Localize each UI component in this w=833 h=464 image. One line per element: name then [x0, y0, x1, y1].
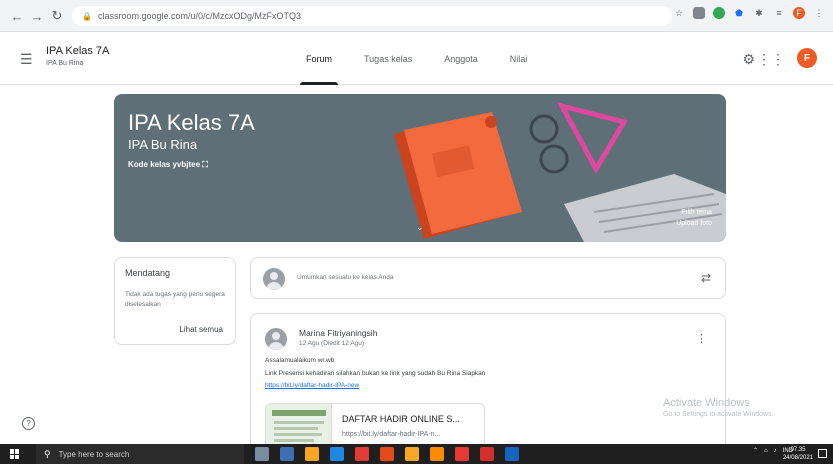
- extension-icon[interactable]: [713, 7, 725, 19]
- gear-icon[interactable]: ⚙: [742, 51, 755, 68]
- taskbar-app-icon[interactable]: [405, 447, 419, 461]
- tab-forum[interactable]: Forum: [290, 33, 348, 85]
- class-code-value: yvbjtee: [172, 160, 201, 169]
- search-icon: ⚲: [44, 448, 51, 459]
- clock[interactable]: 07.35 24/08/2021: [783, 446, 813, 462]
- taskbar-search-placeholder: Type here to search: [58, 449, 130, 459]
- triangle-illustration: [557, 102, 628, 175]
- taskbar-app-icon[interactable]: [255, 447, 269, 461]
- taskbar-app-icon[interactable]: [330, 447, 344, 461]
- post-link[interactable]: https://bit.ly/daftar-hadir-IPA-new: [265, 382, 359, 389]
- taskbar-search[interactable]: ⚲ Type here to search: [36, 444, 244, 464]
- user-avatar-icon: [263, 268, 285, 290]
- post-body-line: Assalamualaikum wr.wb: [265, 357, 335, 364]
- taskbar-app-icon[interactable]: [280, 447, 294, 461]
- banner-subtitle: IPA Bu Rina: [128, 137, 198, 152]
- avatar[interactable]: F: [797, 48, 817, 68]
- network-icon[interactable]: ⌂: [764, 448, 768, 454]
- class-code-label: Kode kelas: [128, 160, 171, 169]
- repost-icon[interactable]: ⇄: [701, 271, 711, 285]
- taskbar-app-icon[interactable]: [380, 447, 394, 461]
- tab-anggota[interactable]: Anggota: [428, 33, 494, 85]
- lock-icon: 🔒: [82, 11, 92, 21]
- post-body-line: Link Presensi kehadiran silahkan bukan k…: [265, 370, 486, 377]
- watermark-title: Activate Windows: [663, 397, 750, 409]
- taskbar-app-icon[interactable]: [355, 447, 369, 461]
- reload-icon[interactable]: ↻: [48, 7, 66, 25]
- browser-toolbar: ← → ↻ 🔒 classroom.google.com/u/0/c/MzcxO…: [0, 0, 833, 32]
- announce-placeholder[interactable]: Umumkan sesuatu ke kelas Anda: [297, 274, 393, 281]
- banner-title: IPA Kelas 7A: [128, 110, 255, 135]
- tab-nilai[interactable]: Nilai: [494, 33, 544, 85]
- attachment-title: DAFTAR HADIR ONLINE S...: [342, 414, 460, 424]
- more-options-icon[interactable]: ⋮: [696, 332, 707, 345]
- upcoming-description: Tidak ada tugas yang perlu segera disele…: [125, 291, 225, 308]
- view-all-link[interactable]: Lihat semua: [179, 325, 223, 334]
- attachment-url: https://bit.ly/daftar-hadir-IPA-n...: [342, 431, 441, 438]
- book-illustration: [394, 112, 522, 239]
- class-subtitle: IPA Bu Rina: [46, 60, 84, 67]
- apps-grid-icon[interactable]: ⋮⋮: [757, 51, 785, 68]
- select-theme-link[interactable]: Pilih tema: [676, 207, 712, 218]
- windows-taskbar: ⚲ Type here to search ⌃ ⌂ ♪ IND 07.35 24…: [0, 444, 833, 464]
- glasses-illustration: [529, 114, 569, 174]
- class-title[interactable]: IPA Kelas 7A: [46, 45, 109, 57]
- author-avatar-icon: [265, 328, 287, 350]
- upcoming-card: Mendatang Tidak ada tugas yang perlu seg…: [114, 257, 236, 345]
- post-date: 12 Agu (Diedit 12 Agu): [299, 340, 365, 347]
- tab-tugas-kelas[interactable]: Tugas kelas: [348, 33, 428, 85]
- clock-time: 07.35: [790, 447, 806, 453]
- class-code[interactable]: Kode kelas yvbjtee ⛶: [128, 160, 208, 170]
- app-header: ☰ IPA Kelas 7A IPA Bu Rina Forum Tugas k…: [0, 33, 833, 85]
- watermark-subtitle: Go to Settings to activate Windows.: [663, 411, 774, 418]
- tab-bar: Forum Tugas kelas Anggota Nilai: [290, 33, 543, 85]
- extension-icon[interactable]: ≡: [773, 7, 785, 19]
- windows-start-icon[interactable]: [10, 449, 20, 459]
- forward-icon[interactable]: →: [28, 7, 46, 25]
- upcoming-title: Mendatang: [125, 268, 171, 278]
- hamburger-icon[interactable]: ☰: [20, 51, 33, 68]
- address-url: classroom.google.com/u/0/c/MzcxODg/MzFxO…: [97, 11, 302, 21]
- taskbar-app-icon[interactable]: [430, 447, 444, 461]
- chevron-down-icon[interactable]: ⌄: [416, 222, 424, 233]
- profile-icon[interactable]: F: [793, 7, 805, 19]
- puzzle-icon[interactable]: ✱: [753, 7, 765, 19]
- upload-photo-link[interactable]: Upload foto: [676, 218, 712, 229]
- taskbar-app-icon[interactable]: [480, 447, 494, 461]
- announce-box[interactable]: Umumkan sesuatu ke kelas Anda ⇄: [250, 257, 726, 299]
- address-bar[interactable]: 🔒 classroom.google.com/u/0/c/MzcxODg/MzF…: [72, 6, 672, 26]
- taskbar-app-icon[interactable]: [455, 447, 469, 461]
- extension-icon[interactable]: ⬟: [733, 7, 745, 19]
- chevron-up-icon[interactable]: ⌃: [753, 447, 758, 454]
- back-icon[interactable]: ←: [8, 7, 26, 25]
- notification-icon[interactable]: [818, 449, 827, 458]
- class-banner: IPA Kelas 7A IPA Bu Rina Kode kelas yvbj…: [114, 94, 726, 242]
- star-icon[interactable]: ☆: [673, 7, 685, 19]
- activate-windows-watermark: Activate Windows Go to Settings to activ…: [663, 397, 774, 418]
- taskbar-apps: [255, 447, 519, 461]
- fullscreen-icon[interactable]: ⛶: [202, 160, 208, 169]
- volume-icon[interactable]: ♪: [774, 448, 777, 454]
- taskbar-app-icon[interactable]: [305, 447, 319, 461]
- menu-icon[interactable]: ⋮: [813, 7, 825, 19]
- banner-links: Pilih tema Upload foto: [676, 207, 712, 229]
- post-author: Marina Fitriyaningsih: [299, 328, 378, 338]
- clock-date: 24/08/2021: [782, 455, 813, 461]
- extension-icon[interactable]: [693, 7, 705, 19]
- stream-post: Marina Fitriyaningsih 12 Agu (Diedit 12 …: [250, 313, 726, 453]
- taskbar-app-icon[interactable]: [505, 447, 519, 461]
- help-icon[interactable]: ?: [22, 417, 35, 430]
